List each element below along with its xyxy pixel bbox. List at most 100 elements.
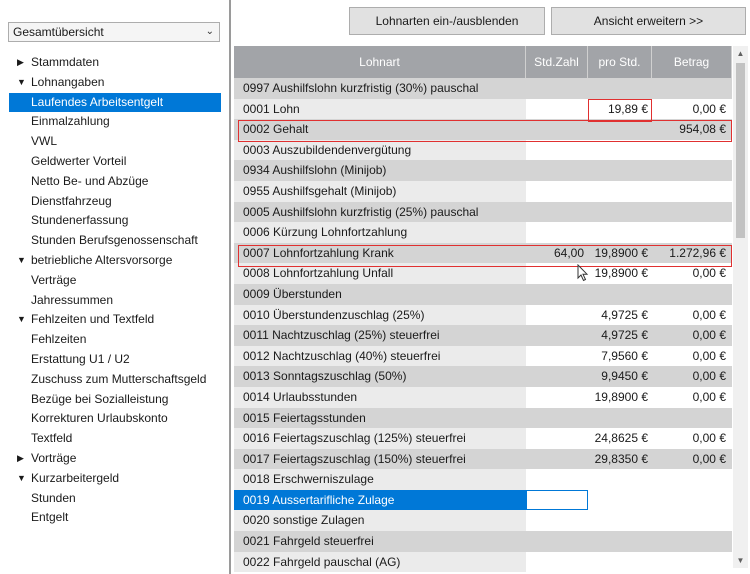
- cell-pro-std[interactable]: 24,8625 €: [588, 428, 652, 449]
- cell-betrag[interactable]: [652, 222, 732, 243]
- table-row[interactable]: 0997 Aushilfslohn kurzfristig (30%) paus…: [234, 78, 732, 99]
- table-row[interactable]: 0013 Sonntagszuschlag (50%) 9,9450 €0,00 …: [234, 366, 732, 387]
- table-row[interactable]: 0014 Urlaubsstunden 19,8900 €0,00 €: [234, 386, 732, 408]
- table-row[interactable]: 0006 Kürzung Lohnfortzahlung: [234, 222, 732, 243]
- cell-pro-std[interactable]: [588, 78, 652, 99]
- cell-betrag[interactable]: [652, 160, 732, 181]
- cell-betrag[interactable]: [652, 139, 732, 161]
- cell-pro-std[interactable]: [588, 551, 652, 573]
- tree-item[interactable]: ▶ Stammdaten: [0, 53, 229, 73]
- cell-std-zahl[interactable]: [526, 510, 588, 532]
- table-row[interactable]: 0022 Fahrgeld pauschal (AG): [234, 551, 732, 573]
- cell-std-zahl[interactable]: [526, 283, 588, 305]
- vertical-scrollbar[interactable]: ▲ ▼: [733, 46, 748, 568]
- cell-pro-std[interactable]: 19,89 €: [588, 98, 652, 120]
- cell-std-zahl[interactable]: [526, 304, 588, 326]
- expanded-arrow-icon[interactable]: ▼: [17, 73, 26, 93]
- cell-std-zahl[interactable]: [526, 98, 588, 120]
- cell-pro-std[interactable]: 19,8900 €: [588, 386, 652, 408]
- cell-pro-std[interactable]: [588, 531, 652, 552]
- table-row[interactable]: 0021 Fahrgeld steuerfrei: [234, 531, 732, 552]
- cell-pro-std[interactable]: [588, 489, 652, 511]
- table-row[interactable]: 0008 Lohnfortzahlung Unfall 19,8900 €0,00…: [234, 263, 732, 284]
- cell-betrag[interactable]: 0,00 €: [652, 448, 732, 470]
- cell-std-zahl[interactable]: [526, 428, 588, 449]
- expanded-arrow-icon[interactable]: ▼: [17, 310, 26, 330]
- cell-betrag[interactable]: 0,00 €: [652, 345, 732, 367]
- tree-item[interactable]: Textfeld: [0, 429, 229, 449]
- table-row[interactable]: 0015 Feiertagsstunden: [234, 407, 732, 429]
- table-row[interactable]: 0018 Erschwerniszulage: [234, 469, 732, 490]
- view-select[interactable]: Gesamtübersicht ⌄: [8, 22, 220, 42]
- tree-item[interactable]: Erstattung U1 / U2: [0, 350, 229, 370]
- cell-betrag[interactable]: 0,00 €: [652, 98, 732, 120]
- tree-item[interactable]: Stunden: [0, 489, 229, 509]
- cell-pro-std[interactable]: [588, 222, 652, 243]
- cell-betrag[interactable]: 0,00 €: [652, 386, 732, 408]
- cell-std-zahl[interactable]: [526, 531, 588, 552]
- collapsed-arrow-icon[interactable]: ▶: [17, 449, 24, 469]
- expanded-arrow-icon[interactable]: ▼: [17, 251, 26, 271]
- tree-item[interactable]: VWL: [0, 132, 229, 152]
- cell-std-zahl[interactable]: [526, 222, 588, 243]
- column-header-pro-std[interactable]: pro Std.: [588, 46, 652, 78]
- cell-betrag[interactable]: [652, 469, 732, 490]
- cell-std-zahl[interactable]: [526, 180, 588, 202]
- cell-betrag[interactable]: 1.272,96 €: [652, 242, 732, 264]
- cell-pro-std[interactable]: 4,9725 €: [588, 304, 652, 326]
- cell-pro-std[interactable]: [588, 160, 652, 181]
- cell-betrag[interactable]: [652, 531, 732, 552]
- cell-betrag[interactable]: 0,00 €: [652, 325, 732, 346]
- cell-pro-std[interactable]: 19,8900 €: [588, 263, 652, 284]
- tree-item[interactable]: Stunden Berufsgenossenschaft: [0, 231, 229, 251]
- cell-betrag[interactable]: 0,00 €: [652, 428, 732, 449]
- tree-item[interactable]: Stundenerfassung: [0, 211, 229, 231]
- table-row[interactable]: 0005 Aushilfslohn kurzfristig (25%) paus…: [234, 201, 732, 223]
- expanded-arrow-icon[interactable]: ▼: [17, 469, 26, 489]
- scroll-down-icon[interactable]: ▼: [733, 553, 748, 568]
- cell-pro-std[interactable]: [588, 180, 652, 202]
- cell-betrag[interactable]: 0,00 €: [652, 366, 732, 387]
- scroll-thumb[interactable]: [736, 63, 745, 238]
- scroll-up-icon[interactable]: ▲: [733, 46, 748, 61]
- cell-betrag[interactable]: [652, 489, 732, 511]
- toggle-wage-types-button[interactable]: Lohnarten ein-/ausblenden: [349, 7, 545, 35]
- expand-view-button[interactable]: Ansicht erweitern >>: [551, 7, 746, 35]
- cell-std-zahl[interactable]: [526, 201, 588, 223]
- tree-item[interactable]: Entgelt: [0, 508, 229, 528]
- tree-item[interactable]: ▼ betriebliche Altersvorsorge: [0, 251, 229, 271]
- cell-pro-std[interactable]: 7,9560 €: [588, 345, 652, 367]
- tree-item[interactable]: Geldwerter Vorteil: [0, 152, 229, 172]
- cell-std-zahl[interactable]: [526, 119, 588, 140]
- tree-item[interactable]: Dienstfahrzeug: [0, 192, 229, 212]
- tree-item[interactable]: ▶ Vorträge: [0, 449, 229, 469]
- table-row[interactable]: 0007 Lohnfortzahlung Krank 64,00 19,8900 €…: [234, 242, 732, 264]
- cell-std-zahl[interactable]: [526, 139, 588, 161]
- table-row[interactable]: 0955 Aushilfsgehalt (Minijob): [234, 180, 732, 202]
- cell-betrag[interactable]: [652, 407, 732, 429]
- cell-pro-std[interactable]: [588, 469, 652, 490]
- table-row[interactable]: 0020 sonstige Zulagen: [234, 510, 732, 532]
- cell-pro-std[interactable]: 9,9450 €: [588, 366, 652, 387]
- cell-pro-std[interactable]: [588, 283, 652, 305]
- cell-betrag[interactable]: [652, 180, 732, 202]
- cell-std-zahl[interactable]: [526, 407, 588, 429]
- table-row[interactable]: 0011 Nachtzuschlag (25%) steuerfrei 4,972…: [234, 325, 732, 346]
- cell-std-zahl[interactable]: 64,00: [526, 242, 588, 264]
- tree-item[interactable]: Einmalzahlung: [0, 112, 229, 132]
- cell-std-zahl[interactable]: [526, 551, 588, 573]
- cell-std-zahl[interactable]: [526, 325, 588, 346]
- tree-item[interactable]: Netto Be- und Abzüge: [0, 172, 229, 192]
- table-row[interactable]: 0009 Überstunden: [234, 283, 732, 305]
- cell-std-zahl[interactable]: [526, 366, 588, 387]
- cell-pro-std[interactable]: [588, 119, 652, 140]
- panel-divider[interactable]: [229, 0, 231, 574]
- column-header-betrag[interactable]: Betrag: [652, 46, 732, 78]
- table-row[interactable]: 0002 Gehalt 954,08 €: [234, 119, 732, 140]
- cell-pro-std[interactable]: 29,8350 €: [588, 448, 652, 470]
- cell-std-zahl[interactable]: [526, 160, 588, 181]
- column-header-lohnart[interactable]: Lohnart: [234, 46, 526, 78]
- cell-betrag[interactable]: 0,00 €: [652, 263, 732, 284]
- cell-betrag[interactable]: [652, 551, 732, 573]
- column-header-std-zahl[interactable]: Std.Zahl: [526, 46, 588, 78]
